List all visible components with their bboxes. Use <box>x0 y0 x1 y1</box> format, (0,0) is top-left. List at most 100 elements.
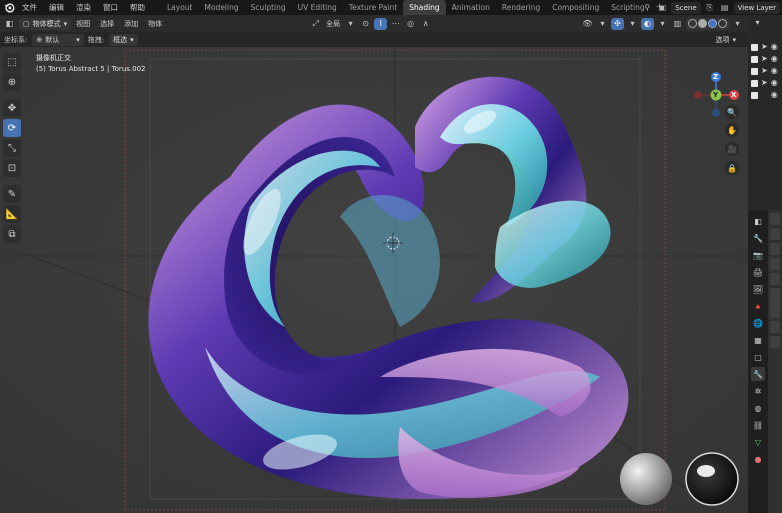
navigation-gizmo[interactable]: X Z Y <box>690 65 742 125</box>
collection-checkbox[interactable] <box>751 67 758 75</box>
proportional-edit-icon[interactable]: ◎ <box>404 18 417 30</box>
pin-icon[interactable]: ⚲ <box>641 2 653 14</box>
transform-orientation-icon[interactable]: ⤢ <box>309 18 322 30</box>
snap-icon[interactable]: ⌇ <box>374 17 388 30</box>
modifier-properties-icon[interactable]: 🔧 <box>751 367 765 381</box>
tab-modeling[interactable]: Modeling <box>199 0 245 15</box>
menu-view[interactable]: 视图 <box>71 19 95 29</box>
rendered-shading-icon[interactable] <box>718 19 727 28</box>
gizmo-x-label: X <box>731 91 737 99</box>
visibility-eye-icon[interactable]: ◉ <box>771 55 778 63</box>
menu-object[interactable]: 物体 <box>143 19 167 29</box>
particles-properties-icon[interactable]: ✲ <box>751 384 765 398</box>
snap-target-icon[interactable]: ⋯ <box>389 18 402 30</box>
rotate-tool-icon[interactable]: ⟳ <box>3 119 21 137</box>
editor-type-icon[interactable]: ◧ <box>751 214 765 228</box>
tab-sculpting[interactable]: Sculpting <box>245 0 292 15</box>
collection-checkbox[interactable] <box>751 79 758 87</box>
select-box-tool-icon[interactable]: ⬚ <box>3 53 21 71</box>
menu-window[interactable]: 窗口 <box>97 0 124 15</box>
object-properties-icon[interactable]: ▢ <box>751 350 765 364</box>
select-arrow-icon[interactable]: ➤ <box>761 55 768 63</box>
menu-add[interactable]: 添加 <box>119 19 143 29</box>
collection-checkbox[interactable] <box>751 43 758 51</box>
transform-tool-icon[interactable]: ⊡ <box>3 159 21 177</box>
wireframe-shading-icon[interactable] <box>688 19 697 28</box>
editor-type-icon[interactable]: ◧ <box>3 18 16 30</box>
coord-system-value: 默认 <box>45 35 60 44</box>
move-tool-icon[interactable]: ✥ <box>3 99 21 117</box>
menu-render[interactable]: 渲染 <box>70 0 97 15</box>
visibility-eye-icon[interactable]: ◉ <box>771 67 778 75</box>
drag-dropdown[interactable]: 框选 ▾ <box>109 33 138 46</box>
visibility-eye-icon[interactable]: ◉ <box>771 91 778 99</box>
visibility-icon[interactable]: 👁 <box>581 18 594 30</box>
material-properties-icon[interactable]: ● <box>751 452 765 466</box>
xray-toggle-icon[interactable]: ▥ <box>671 18 684 30</box>
data-properties-icon[interactable]: ▽ <box>751 435 765 449</box>
scene-label: Scene <box>675 3 697 12</box>
select-arrow-icon[interactable]: ➤ <box>761 67 768 75</box>
render-properties-icon[interactable]: 📷 <box>751 248 765 262</box>
menu-help[interactable]: 帮助 <box>124 0 151 15</box>
blender-logo-icon[interactable] <box>2 0 16 15</box>
proportional-falloff-icon[interactable]: ∧ <box>419 18 432 30</box>
scene-selector[interactable]: Scene <box>671 1 701 14</box>
lock-camera-icon[interactable]: 🔒 <box>725 161 739 175</box>
view-layer-selector[interactable]: View Layer <box>733 1 780 14</box>
tab-layout[interactable]: Layout <box>161 0 199 15</box>
options-dropdown[interactable]: 选项 ▾ <box>711 34 740 46</box>
view-layer-label: View Layer <box>737 3 776 12</box>
coord-system-dropdown[interactable]: ⊕ 默认 ▾ <box>32 33 84 46</box>
chevron-down-icon: ▾ <box>735 19 740 28</box>
scale-tool-icon[interactable]: ⤡ <box>3 139 21 157</box>
collection-checkbox[interactable] <box>751 55 758 63</box>
select-arrow-icon[interactable]: ➤ <box>761 43 768 51</box>
scene-properties-icon[interactable]: 🔺 <box>751 299 765 313</box>
pan-hand-icon[interactable]: ✋ <box>725 123 739 137</box>
add-cube-tool-icon[interactable]: ⧉ <box>3 225 21 243</box>
constraints-properties-icon[interactable]: ⛓ <box>751 418 765 432</box>
transform-orientation-label[interactable]: 全局 <box>324 19 342 29</box>
camera-view-icon[interactable]: 🎥 <box>725 142 739 156</box>
view-layer-properties-icon[interactable]: 🖼 <box>751 282 765 296</box>
visibility-eye-icon[interactable]: ◉ <box>771 43 778 51</box>
pivot-point-icon[interactable]: ⊙ <box>359 18 372 30</box>
tab-uv-editing[interactable]: UV Editing <box>292 0 343 15</box>
tab-texture-paint[interactable]: Texture Paint <box>343 0 403 15</box>
menu-edit[interactable]: 编辑 <box>43 0 70 15</box>
visibility-eye-icon[interactable]: ◉ <box>771 79 778 87</box>
tab-rendering[interactable]: Rendering <box>496 0 546 15</box>
object-mode-dropdown[interactable]: ▢ 物体模式 ▾ <box>19 17 72 30</box>
annotate-tool-icon[interactable]: ✎ <box>3 185 21 203</box>
overlay-toggle-icon[interactable]: ◐ <box>641 17 654 30</box>
view-layer-browse-icon[interactable]: ▤ <box>719 2 731 14</box>
viewport-scene <box>0 47 748 513</box>
cursor-tool-icon[interactable]: ⊕ <box>3 73 21 91</box>
chevron-down-icon: ▾ <box>76 35 80 44</box>
menu-file[interactable]: 文件 <box>16 0 43 15</box>
scene-browse-icon[interactable]: ▣ <box>656 2 668 14</box>
world-properties-icon[interactable]: 🌐 <box>751 316 765 330</box>
menu-select[interactable]: 选择 <box>95 19 119 29</box>
filter-icon[interactable]: ▾ <box>751 16 764 28</box>
measure-tool-icon[interactable]: 📐 <box>3 205 21 223</box>
collection-checkbox[interactable] <box>751 91 758 99</box>
solid-shading-icon[interactable] <box>698 19 707 28</box>
material-preview-shading-icon[interactable] <box>708 19 717 28</box>
physics-properties-icon[interactable]: ◍ <box>751 401 765 415</box>
tab-shading[interactable]: Shading <box>403 0 446 15</box>
options-label: 选项 <box>715 35 730 44</box>
viewport-header: ◧ ▢ 物体模式 ▾ 视图 选择 添加 物体 ⤢ 全局 ▾ ⊙ ⌇ ⋯ ◎ ∧ … <box>0 15 748 32</box>
gizmo-toggle-icon[interactable]: ✣ <box>611 17 624 30</box>
tab-compositing[interactable]: Compositing <box>546 0 605 15</box>
viewport-shading-controls: 👁 ▾ ✣ ▾ ◐ ▾ ▥ ▾ <box>581 17 744 30</box>
output-properties-icon[interactable]: 🖨 <box>751 265 765 279</box>
tab-animation[interactable]: Animation <box>446 0 496 15</box>
new-scene-icon[interactable]: ⎘ <box>704 2 716 14</box>
3d-viewport[interactable]: ⬚ ⊕ ✥ ⟳ ⤡ ⊡ ✎ 📐 ⧉ 摄像机正交 (5) Torus Abstra… <box>0 47 748 513</box>
select-arrow-icon[interactable]: ➤ <box>761 79 768 87</box>
tool-properties-icon[interactable]: 🔧 <box>751 231 765 245</box>
collection-properties-icon[interactable]: ▦ <box>751 333 765 347</box>
hdri-diffuse-sphere <box>620 453 672 505</box>
